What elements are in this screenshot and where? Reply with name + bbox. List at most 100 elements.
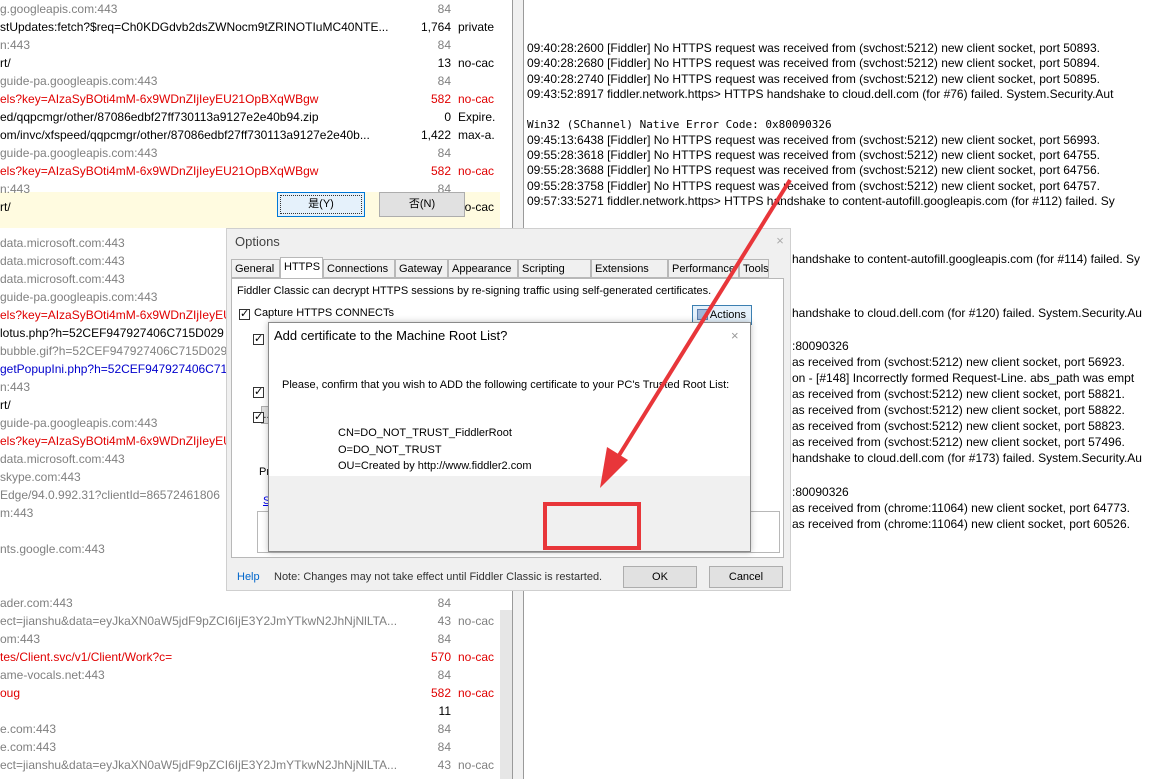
log-line: handshake to content-autofill.googleapis… [792,252,1140,266]
tab-extensions[interactable]: Extensions [591,259,668,278]
session-row[interactable]: ect=jianshu&data=eyJkaXN0aW5jdF9pZCI6IjE… [0,612,500,630]
log-line: 09:55:28:3688 [Fiddler] No HTTPS request… [527,163,1100,178]
session-caching: no-cac [458,614,495,628]
session-row[interactable]: ame-vocals.net:443 84 [0,666,500,684]
no-button[interactable]: 否(N) [379,192,465,217]
session-url: guide-pa.googleapis.com:443 [0,74,158,88]
log-line: as received from (svchost:5212) new clie… [792,387,1125,401]
session-body-size: 84 [437,146,451,160]
session-body-size: 84 [437,596,451,610]
session-url: ader.com:443 [0,596,73,610]
tab-tools[interactable]: Tools [739,259,769,278]
log-line: :80090326 [792,339,849,353]
session-url: g.googleapis.com:443 [0,2,118,16]
help-link[interactable]: Help [237,571,260,583]
session-url: tes/Client.svc/v1/Client/Work?c= [0,650,173,664]
confirm-message: Please, confirm that you wish to ADD the… [282,379,730,391]
session-caching: no-cac [458,686,495,700]
cert-o: O=DO_NOT_TRUST [338,444,442,456]
session-body-size: 582 [430,164,451,178]
session-row[interactable]: n:443 84 [0,36,500,54]
session-row[interactable]: 11 [0,702,500,720]
session-body-size: 84 [437,38,451,52]
session-body-size: 13 [437,56,451,70]
session-caching: no-cac [458,92,495,106]
confirm-footer [269,476,750,551]
session-row[interactable]: ader.com:443 84 [0,594,500,612]
session-row[interactable]: ect=jianshu&data=eyJkaXN0aW5jdF9pZCI6IjE… [0,756,500,774]
session-caching: private [458,20,495,34]
confirm-dialog: Add certificate to the Machine Root List… [268,322,751,552]
session-body-size: 570 [430,650,451,664]
option-checkbox-2[interactable] [253,410,264,424]
session-row[interactable]: tes/Client.svc/v1/Client/Work?c= 570 no-ca… [0,648,500,666]
session-url: ect=jianshu&data=eyJkaXN0aW5jdF9pZCI6IjE… [0,758,398,772]
tab-general[interactable]: General [231,259,280,278]
session-url: oug [0,686,21,700]
session-body-size: 1,764 [420,20,451,34]
session-row[interactable]: els?key=AIzaSyBOti4mM-6x9WDnZIjIeyEU21Op… [0,162,500,180]
decrypt-checkbox[interactable] [253,332,264,346]
highlight-box [543,502,641,550]
session-row[interactable]: guide-pa.googleapis.com:443 84 [0,144,500,162]
capture-https-checkbox[interactable] [239,307,250,321]
log-line: 09:57:33:5271 fiddler.network.https> HTT… [527,194,1115,208]
tab-gateway[interactable]: Gateway [395,259,448,278]
tab-performance[interactable]: Performance [668,259,739,278]
session-row[interactable]: oug 582 no-cac [0,684,500,702]
log-line: as received from (chrome:11064) new clie… [792,501,1130,515]
decrypt-description: Fiddler Classic can decrypt HTTPS sessio… [237,285,712,297]
cert-cn: CN=DO_NOT_TRUST_FiddlerRoot [338,427,512,439]
session-body-size: 1,422 [420,128,451,142]
option-checkbox-1[interactable] [253,385,264,399]
tab-scripting[interactable]: Scripting [518,259,591,278]
session-url: ed/qqpcmgr/other/87086edbf27ff730113a912… [0,110,319,124]
log-line: handshake to cloud.dell.com (for #173) f… [792,451,1142,465]
tab-appearance[interactable]: Appearance [448,259,518,278]
actions-label: Actions [709,309,746,321]
session-url: ect=jianshu&data=eyJkaXN0aW5jdF9pZCI6IjE… [0,614,398,628]
cancel-button[interactable]: Cancel [709,566,783,588]
log-line: 09:45:13:6438 [Fiddler] No HTTPS request… [527,132,1100,147]
session-caching: no-cac [458,758,495,772]
ok-button[interactable]: OK [623,566,697,588]
session-url: rt/ [0,56,11,70]
session-url: stUpdates:fetch?$req=Ch0KDGdvb2dsZWNocm9… [0,20,389,34]
session-url: guide-pa.googleapis.com:443 [0,146,158,160]
log-line: on - [#148] Incorrectly formed Request-L… [792,371,1135,385]
log-line: 09:40:28:2740 [Fiddler] No HTTPS request… [527,71,1100,86]
session-caching: Expire. [458,110,496,124]
session-body-size: 84 [437,2,451,16]
tab-https[interactable]: HTTPS [280,257,323,279]
session-body-size: 43 [437,614,451,628]
session-body-size: 84 [437,74,451,88]
session-caching: no-cac [458,650,495,664]
log-line: 09:40:28:2600 [Fiddler] No HTTPS request… [527,41,1100,55]
confirm-title: Add certificate to the Machine Root List… [274,328,508,343]
session-row[interactable]: e.com:443 84 [0,720,500,738]
session-url: e.com:443 [0,740,57,754]
yes-button[interactable]: 是(Y) [277,192,365,217]
session-row[interactable]: els?key=AIzaSyBOti4mM-6x9WDnZIjIeyEU21Op… [0,90,500,108]
session-body-size: 84 [437,668,451,682]
session-url: n:443 [0,38,31,52]
session-body-size: 84 [437,722,451,736]
session-url: om:443 [0,632,41,646]
session-row[interactable]: om:443 84 [0,630,500,648]
session-row[interactable]: guide-pa.googleapis.com:443 84 [0,72,500,90]
session-url: om/invc/xfspeed/qqpcmgr/other/87086edbf2… [0,128,370,142]
session-row[interactable]: om/invc/xfspeed/qqpcmgr/other/87086edbf2… [0,126,500,144]
session-row[interactable]: ed/qqpcmgr/other/87086edbf27ff730113a912… [0,108,500,126]
session-row[interactable]: rt/13 no-cac [0,54,500,72]
session-body-size: 84 [437,740,451,754]
log-line: :80090326 [792,485,849,499]
session-row[interactable]: g.googleapis.com:443 84 [0,0,500,18]
session-caching: no-cac [458,164,495,178]
tab-connections[interactable]: Connections [323,259,395,278]
close-icon[interactable]: × [731,328,739,343]
close-icon[interactable]: × [774,234,786,247]
scrollbar[interactable] [500,610,512,779]
session-row[interactable]: stUpdates:fetch?$req=Ch0KDGdvb2dsZWNocm9… [0,18,500,36]
session-row[interactable]: e.com:443 84 [0,738,500,756]
session-body-size: 84 [437,632,451,646]
